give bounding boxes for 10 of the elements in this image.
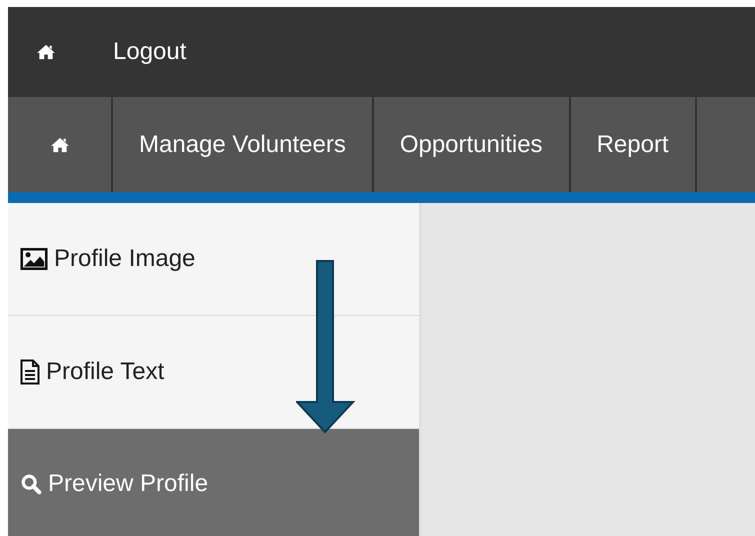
image-icon (20, 248, 48, 270)
nav-link[interactable]: Opportunities (374, 97, 571, 192)
search-icon (20, 473, 42, 495)
home-icon (36, 44, 54, 60)
logout-link[interactable]: Logout (113, 34, 186, 70)
nav-link[interactable]: Manage Volunteers (113, 97, 374, 192)
document-icon (20, 359, 40, 385)
nav-link[interactable]: Report (570, 97, 697, 192)
sidebar-item[interactable]: Preview Profile (8, 429, 419, 536)
home-icon (50, 136, 68, 152)
